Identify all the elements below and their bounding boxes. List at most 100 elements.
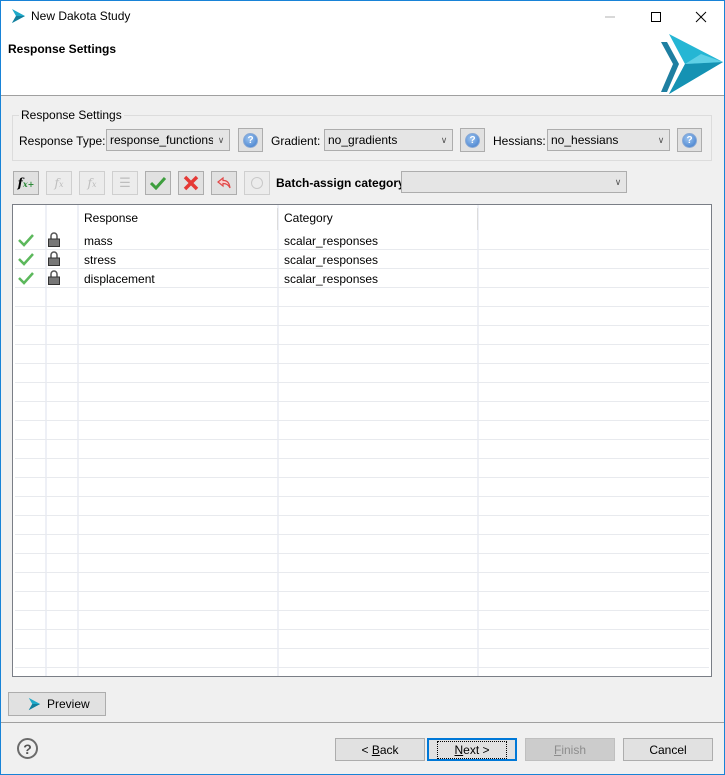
dakota-logo-icon (28, 697, 41, 711)
gradient-value: no_gradients (328, 133, 398, 147)
list-button[interactable]: ☰ (112, 171, 138, 195)
response-name: mass (84, 234, 113, 248)
close-button[interactable] (678, 1, 724, 32)
window-title: New Dakota Study (31, 9, 131, 23)
dialog-window: New Dakota Study Response Settings Respo… (0, 0, 725, 775)
dakota-logo-icon (12, 9, 25, 23)
grid-line (15, 667, 709, 668)
help-icon: ? (243, 132, 258, 148)
grid-line (15, 287, 709, 288)
cancel-button[interactable]: Cancel (623, 738, 713, 761)
grid-line (15, 325, 709, 326)
response-category[interactable]: scalar_responses (284, 234, 378, 248)
grid-line (15, 439, 709, 440)
preview-label: Preview (47, 697, 90, 711)
help-icon: ? (682, 132, 697, 148)
help-icon: ? (465, 132, 480, 148)
grid-line (15, 648, 709, 649)
chevron-down-icon: ∨ (657, 134, 665, 145)
lock-icon (48, 232, 60, 247)
delete-response-button[interactable]: fx (79, 171, 105, 195)
next-button[interactable]: Next > (427, 738, 517, 761)
gradient-help-button[interactable]: ? (460, 128, 485, 152)
preview-button[interactable]: Preview (8, 692, 106, 716)
response-name: stress (84, 253, 117, 267)
response-type-help-button[interactable]: ? (238, 128, 263, 152)
hessians-value: no_hessians (551, 133, 619, 147)
check-icon (150, 176, 166, 190)
batch-assign-category-select[interactable]: ∨ (401, 171, 627, 193)
grid-line (15, 515, 709, 516)
add-response-button[interactable]: fx+ (13, 171, 39, 195)
chevron-down-icon: ∨ (614, 176, 622, 187)
edit-function-icon: fx (54, 176, 64, 190)
grid-line (15, 344, 709, 345)
response-category[interactable]: scalar_responses (284, 272, 378, 286)
grid-line (15, 268, 709, 269)
response-type-value: response_functions (110, 133, 213, 147)
grid-line (15, 249, 709, 250)
next-label: Next > (437, 740, 507, 759)
chevron-down-icon: ∨ (440, 134, 448, 145)
column-header-response[interactable]: Response (84, 211, 138, 225)
check-all-button[interactable] (145, 171, 171, 195)
list-icon: ☰ (119, 175, 131, 190)
x-icon (183, 175, 199, 191)
maximize-button[interactable] (633, 1, 679, 32)
cancel-label: Cancel (649, 742, 687, 757)
check-icon[interactable] (18, 271, 34, 285)
maximize-icon (651, 11, 661, 22)
gradient-label: Gradient: (271, 134, 321, 148)
help-button[interactable]: ? (17, 738, 38, 759)
grid-line (15, 477, 709, 478)
finish-button[interactable]: Finish (525, 738, 615, 761)
back-button[interactable]: < Back (335, 738, 425, 761)
responses-table: Response Category mass scalar_responses … (12, 204, 712, 677)
page-title: Response Settings (8, 42, 117, 56)
grid-line (15, 496, 709, 497)
grid-line (15, 458, 709, 459)
minimize-icon (605, 16, 615, 17)
grid-line (15, 591, 709, 592)
dakota-banner-logo-icon (661, 34, 723, 94)
delete-function-icon: fx (87, 176, 97, 190)
refresh-button[interactable] (244, 171, 270, 195)
add-function-icon: fx+ (17, 176, 35, 190)
hessians-label: Hessians: (493, 134, 546, 148)
edit-response-button[interactable]: fx (46, 171, 72, 195)
response-type-select[interactable]: response_functions ∨ (106, 129, 230, 151)
refresh-icon (251, 177, 263, 189)
grid-line (15, 534, 709, 535)
undo-icon (217, 176, 231, 189)
grid-line (15, 629, 709, 630)
uncheck-all-button[interactable] (178, 171, 204, 195)
footer-separator (1, 722, 724, 723)
undo-button[interactable] (211, 171, 237, 195)
gradient-select[interactable]: no_gradients ∨ (324, 129, 453, 151)
group-legend: Response Settings (19, 108, 124, 122)
help-icon: ? (23, 740, 32, 757)
grid-line (15, 306, 709, 307)
lock-icon (48, 270, 60, 285)
grid-line (15, 553, 709, 554)
chevron-down-icon: ∨ (217, 134, 225, 145)
batch-assign-label: Batch-assign category: (276, 176, 409, 190)
check-icon[interactable] (18, 252, 34, 266)
close-icon (695, 11, 707, 22)
column-header-category[interactable]: Category (284, 211, 333, 225)
hessians-help-button[interactable]: ? (677, 128, 702, 152)
grid-line (15, 572, 709, 573)
back-label: < Back (361, 742, 399, 757)
minimize-button[interactable] (587, 1, 633, 32)
title-bar: New Dakota Study (1, 1, 724, 32)
check-icon[interactable] (18, 233, 34, 247)
hessians-select[interactable]: no_hessians ∨ (547, 129, 670, 151)
response-name: displacement (84, 272, 155, 286)
finish-label: Finish (553, 742, 587, 757)
grid-line (15, 363, 709, 364)
grid-line (15, 610, 709, 611)
response-category[interactable]: scalar_responses (284, 253, 378, 267)
grid-line (15, 420, 709, 421)
grid-line (15, 401, 709, 402)
response-type-label: Response Type: (19, 134, 106, 148)
